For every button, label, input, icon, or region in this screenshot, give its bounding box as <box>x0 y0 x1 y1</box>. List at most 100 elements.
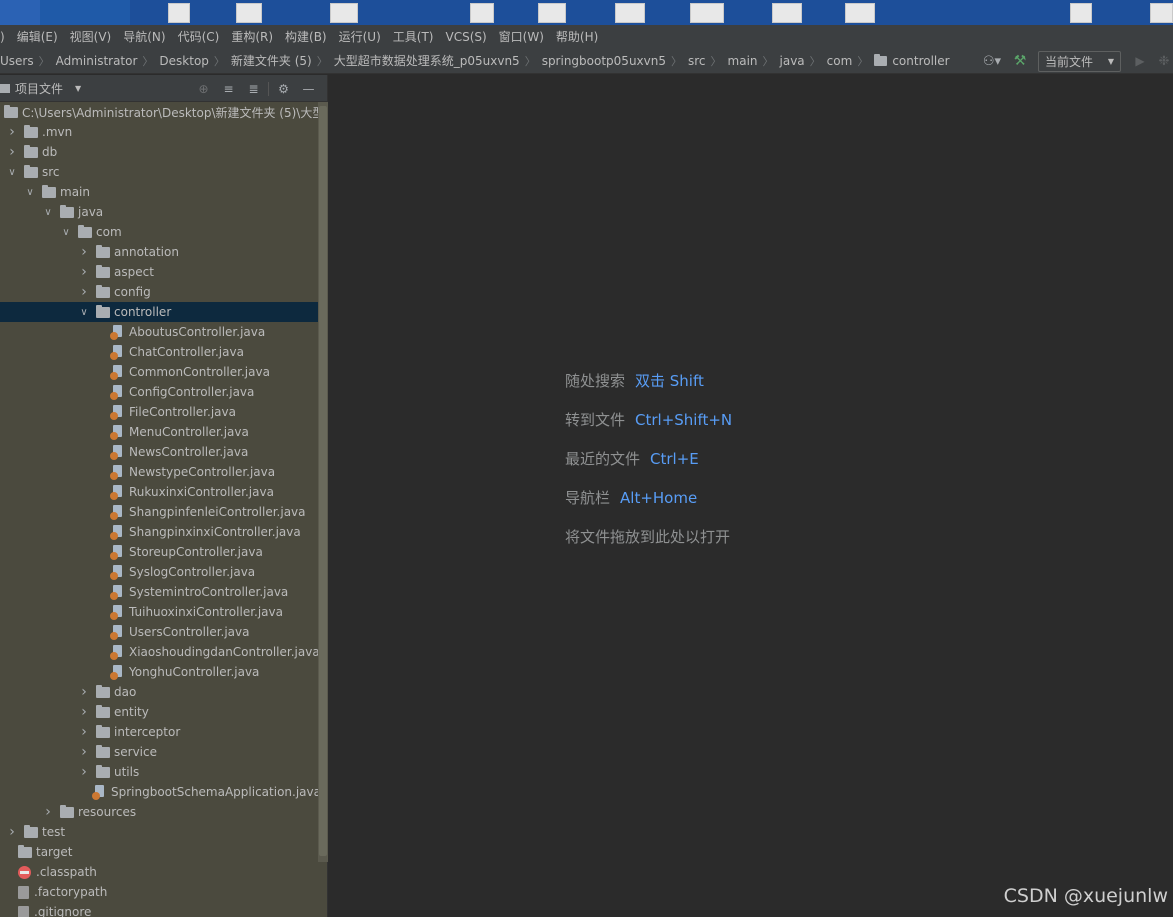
user-icon[interactable]: ⚇▾ <box>980 51 1004 71</box>
expand-all-icon[interactable]: ≡ <box>216 82 241 96</box>
menu-item-build[interactable]: 构建(B) <box>279 28 333 45</box>
editor-empty-area[interactable]: 随处搜索 双击 Shift 转到文件 Ctrl+Shift+N 最近的文件 Ctrl+… <box>329 75 1173 917</box>
breadcrumb-new-folder[interactable]: 新建文件夹 (5) 〉 <box>231 52 334 69</box>
tree-folder-java[interactable]: ∨ java <box>0 202 318 222</box>
minimize-icon[interactable]: — <box>296 82 321 96</box>
tree-folder-service[interactable]: › service <box>0 742 318 762</box>
tree-file[interactable]: TuihuoxinxiController.java <box>0 602 318 622</box>
tree-file[interactable]: MenuController.java <box>0 422 318 442</box>
chevron-down-icon[interactable]: ∨ <box>78 307 90 318</box>
menu-item-edge[interactable]: ) <box>0 30 11 44</box>
breadcrumb-desktop[interactable]: Desktop 〉 <box>159 53 231 69</box>
menu-item-vcs[interactable]: VCS(S) <box>439 30 492 44</box>
locate-icon[interactable]: ⊕ <box>191 82 216 96</box>
tree-folder-interceptor[interactable]: › interceptor <box>0 722 318 742</box>
tree-file[interactable]: ShangpinfenleiController.java <box>0 502 318 522</box>
tree-file[interactable]: UsersController.java <box>0 622 318 642</box>
tree-folder-dao[interactable]: › dao <box>0 682 318 702</box>
tree-folder-aspect[interactable]: › aspect <box>0 262 318 282</box>
tree-folder-com[interactable]: ∨ com <box>0 222 318 242</box>
chevron-right-icon[interactable]: › <box>6 144 18 160</box>
menu-item-tools[interactable]: 工具(T) <box>387 28 440 45</box>
tree-file[interactable]: RukuxinxiController.java <box>0 482 318 502</box>
breadcrumb-java[interactable]: java 〉 <box>780 53 827 69</box>
menu-item-help[interactable]: 帮助(H) <box>550 28 604 45</box>
tree-folder-db[interactable]: › db <box>0 142 318 162</box>
chevron-down-icon[interactable]: ∨ <box>6 167 18 178</box>
menu-item-run[interactable]: 运行(U) <box>333 28 387 45</box>
chevron-right-icon[interactable]: › <box>6 124 18 140</box>
chevron-right-icon[interactable]: › <box>6 824 18 840</box>
chevron-right-icon[interactable]: › <box>78 264 90 280</box>
tree-file[interactable]: NewsController.java <box>0 442 318 462</box>
breadcrumb-users[interactable]: Users 〉 <box>0 53 56 69</box>
chevron-right-icon[interactable]: › <box>78 724 90 740</box>
chevron-right-icon[interactable]: › <box>78 684 90 700</box>
breadcrumb-src[interactable]: src 〉 <box>688 53 728 69</box>
menu-item-view[interactable]: 视图(V) <box>64 28 118 45</box>
tree-folder-controller[interactable]: ∨ controller <box>0 302 318 322</box>
run-icon[interactable]: ▶ <box>1131 54 1149 68</box>
java-badge-icon <box>110 611 118 620</box>
tree-file[interactable]: CommonController.java <box>0 362 318 382</box>
tree-item-label: UsersController.java <box>129 625 250 639</box>
chevron-down-icon[interactable]: ▼ <box>75 84 81 93</box>
hammer-build-icon[interactable]: ⚒ <box>1010 51 1030 71</box>
tree-folder-utils[interactable]: › utils <box>0 762 318 782</box>
breadcrumb-main[interactable]: main 〉 <box>728 53 780 69</box>
tree-folder-target[interactable]: target <box>0 842 318 862</box>
tree-folder-test[interactable]: › test <box>0 822 318 842</box>
menu-item-refactor[interactable]: 重构(R) <box>225 28 279 45</box>
tree-folder-config[interactable]: › config <box>0 282 318 302</box>
chevron-down-icon[interactable]: ∨ <box>42 207 54 218</box>
chevron-right-icon[interactable]: › <box>78 744 90 760</box>
tree-file[interactable]: NewstypeController.java <box>0 462 318 482</box>
tree-file[interactable]: AboutusController.java <box>0 322 318 342</box>
chevron-right-icon[interactable]: › <box>78 764 90 780</box>
project-tree-scrollbar[interactable] <box>318 102 328 862</box>
collapse-all-icon[interactable]: ≣ <box>241 82 266 96</box>
tree-folder-resources[interactable]: › resources <box>0 802 318 822</box>
gear-icon[interactable]: ⚙ <box>271 82 296 96</box>
breadcrumb-controller[interactable]: controller <box>874 53 950 68</box>
breadcrumb-module[interactable]: springbootp05uxvn5 〉 <box>542 53 688 69</box>
tree-file[interactable]: ConfigController.java <box>0 382 318 402</box>
tree-file[interactable]: StoreupController.java <box>0 542 318 562</box>
chevron-down-icon[interactable]: ∨ <box>60 227 72 238</box>
tree-file[interactable]: SpringbootSchemaApplication.java <box>0 782 318 802</box>
chevron-right-icon[interactable]: › <box>42 804 54 820</box>
tree-file[interactable]: .classpath <box>0 862 318 882</box>
menu-item-navigate[interactable]: 导航(N) <box>117 28 171 45</box>
scrollbar-thumb[interactable] <box>319 106 327 856</box>
tree-folder-mvn[interactable]: › .mvn <box>0 122 318 142</box>
run-config-select[interactable]: 当前文件 ▼ <box>1038 50 1121 72</box>
tree-file[interactable]: XiaoshoudingdanController.java <box>0 642 318 662</box>
tree-file[interactable]: SystemintroController.java <box>0 582 318 602</box>
tree-file[interactable]: ChatController.java <box>0 342 318 362</box>
tree-folder-annotation[interactable]: › annotation <box>0 242 318 262</box>
tree-folder-entity[interactable]: › entity <box>0 702 318 722</box>
menu-item-edit[interactable]: 编辑(E) <box>11 28 64 45</box>
breadcrumb-com[interactable]: com 〉 <box>827 53 875 69</box>
tree-root[interactable]: C:\Users\Administrator\Desktop\新建文件夹 (5)… <box>0 102 318 122</box>
debug-icon[interactable]: ❉ <box>1155 54 1173 69</box>
tree-folder-src[interactable]: ∨ src <box>0 162 318 182</box>
menu-item-code[interactable]: 代码(C) <box>172 28 226 45</box>
breadcrumb-administrator[interactable]: Administrator 〉 <box>56 53 160 69</box>
chevron-right-icon[interactable]: › <box>78 284 90 300</box>
tree-file[interactable]: YonghuController.java <box>0 662 318 682</box>
breadcrumb-project[interactable]: 大型超市数据处理系统_p05uxvn5 〉 <box>334 52 542 69</box>
tree-file[interactable]: SyslogController.java <box>0 562 318 582</box>
chevron-down-icon[interactable]: ∨ <box>24 187 36 198</box>
tree-file[interactable]: FileController.java <box>0 402 318 422</box>
project-view-selector[interactable]: 项目文件 <box>15 80 63 97</box>
tree-file[interactable]: .gitignore <box>0 902 318 917</box>
folder-icon <box>96 304 110 318</box>
tree-file[interactable]: ShangpinxinxiController.java <box>0 522 318 542</box>
chevron-right-icon[interactable]: › <box>78 704 90 720</box>
tree-file[interactable]: .factorypath <box>0 882 318 902</box>
chevron-right-icon[interactable]: › <box>78 244 90 260</box>
tree-folder-main[interactable]: ∨ main <box>0 182 318 202</box>
run-config-label: 当前文件 <box>1045 54 1094 69</box>
menu-item-window[interactable]: 窗口(W) <box>493 28 550 45</box>
